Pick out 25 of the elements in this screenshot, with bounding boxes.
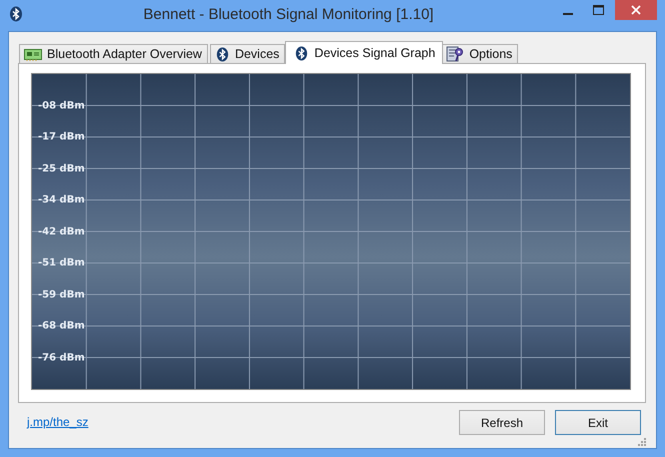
dialog-button[interactable]: Exit [555,410,641,435]
axis-label: -17 dBm [38,132,86,142]
axis-label: -51 dBm [38,258,86,268]
axis-label: -34 dBm [38,194,86,206]
tab[interactable]: Options [441,44,518,63]
website-link[interactable]: j.mp/the_sz [27,414,88,428]
minimize-icon [563,13,573,15]
dialog-button[interactable]: Refresh [459,410,545,435]
close-icon [631,5,641,15]
axis-label: -08 dBm [38,100,86,111]
close-button[interactable] [615,0,657,20]
axis-label: -59 dBm [38,289,86,300]
axis-label: -42 dBm [38,226,86,237]
axis-label: -76 dBm [38,352,86,363]
bluetooth-icon [8,6,24,22]
network-card-icon [24,47,42,61]
maximize-icon [592,5,604,15]
resize-grip-icon [638,438,646,446]
tab[interactable]: Bluetooth Adapter Overview [19,44,208,63]
axis-label: -68 dBm [38,320,86,332]
tab[interactable]: Devices Signal Graph [285,41,444,64]
bluetooth-icon [294,46,310,60]
window-title: Bennett - Bluetooth Signal Monitoring [1.10] [142,6,435,22]
axis-label: -25 dBm [38,163,86,174]
tab[interactable]: Devices [210,44,286,63]
